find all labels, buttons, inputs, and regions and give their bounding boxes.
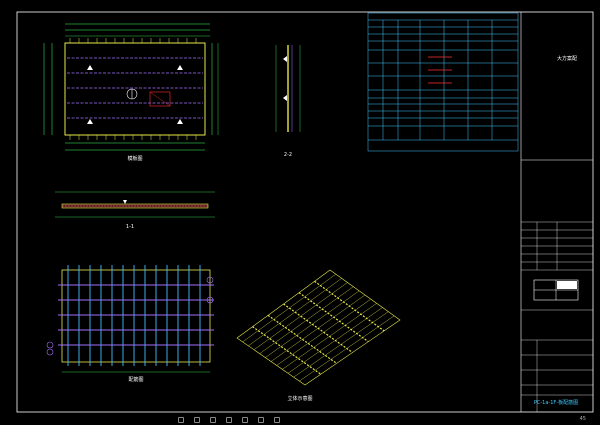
layers-icon	[242, 416, 248, 423]
rebar-view-label: 配筋图	[128, 376, 143, 383]
callout-circle	[46, 348, 54, 356]
isometric-view: 立体示意图	[236, 269, 401, 402]
iso-cross-bar	[242, 274, 336, 343]
title-block: 大方案配 PC-1a-1F-板配筋图	[521, 55, 593, 412]
toolbar-item[interactable]	[226, 416, 232, 423]
rebar-plan-view: 配筋图	[46, 265, 214, 383]
toolbar-item[interactable]	[274, 416, 280, 423]
section-view-label: 2-2	[284, 152, 292, 158]
viewer-toolbar	[0, 414, 600, 425]
toolbar-item[interactable]	[258, 416, 264, 423]
elevation-view: 1-1	[55, 191, 215, 230]
iso-cross-bar	[299, 315, 395, 382]
toolbar-item[interactable]	[194, 416, 200, 423]
toolbar-item[interactable]	[210, 416, 216, 423]
side-text: 大方案配	[557, 55, 577, 62]
lifting-point-icon	[177, 119, 183, 124]
iso-view-label: 立体示意图	[287, 395, 312, 402]
cad-drawing-canvas: 模板图 2-2 1-1 配筋图 立体示意图 大方案配 PC-1a-1F-板配筋图	[16, 11, 594, 413]
plan-view: 模板图	[43, 23, 219, 162]
zoom-icon	[194, 416, 200, 423]
plan-panel-outline	[64, 42, 206, 136]
schedule-tables	[367, 12, 519, 152]
toolbar-item[interactable]	[178, 416, 184, 423]
toolbar-item[interactable]	[242, 416, 248, 423]
lifting-point-icon	[87, 65, 93, 70]
settings-icon	[274, 416, 280, 423]
page-number: 45	[579, 416, 586, 422]
print-icon	[178, 416, 184, 423]
lifting-point-icon	[177, 65, 183, 70]
rotate-icon	[226, 416, 232, 423]
plan-view-label: 模板图	[127, 155, 142, 162]
callout-circle	[46, 341, 54, 349]
elevation-view-label: 1-1	[126, 224, 134, 230]
sheet-border	[16, 11, 594, 413]
measure-icon	[258, 416, 264, 423]
lifting-point-icon	[87, 119, 93, 124]
pan-icon	[210, 416, 216, 423]
drawing-name: PC-1a-1F-板配筋图	[534, 399, 578, 406]
section-view: 2-2	[275, 45, 301, 158]
